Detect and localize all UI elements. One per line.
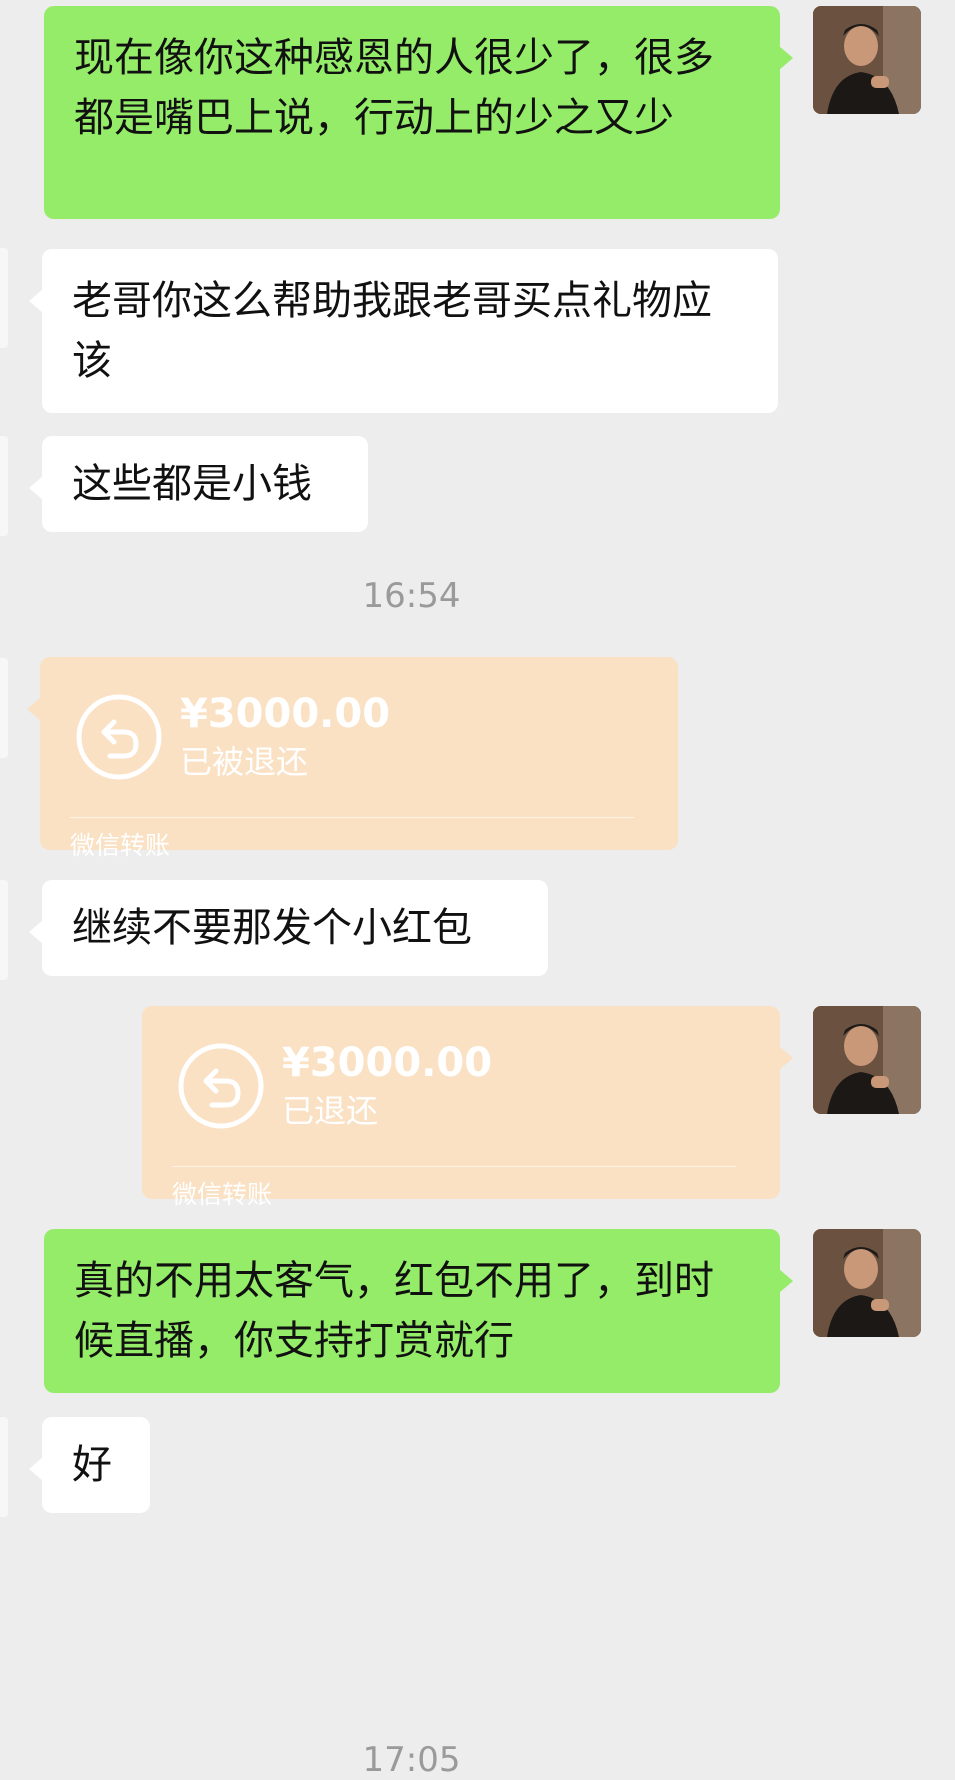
message-text: 老哥你这么帮助我跟老哥买点礼物应该 <box>72 278 712 384</box>
contact-avatar[interactable] <box>0 880 8 980</box>
transfer-card-received[interactable]: ¥3000.00 已被退还 微信转账 <box>27 657 678 860</box>
divider <box>172 1166 736 1167</box>
message-bubble-sent[interactable]: 真的不用太客气，红包不用了，到时候直播，你支持打赏就行 <box>44 1229 793 1393</box>
message-text: 好 <box>72 1442 112 1488</box>
transfer-source: 微信转账 <box>172 1180 273 1209</box>
message-text: 真的不用太客气，红包不用了，到时候直播，你支持打赏就行 <box>74 1258 714 1364</box>
return-arrow-icon <box>76 694 162 780</box>
my-avatar[interactable] <box>813 1006 921 1114</box>
transfer-card-sent[interactable]: ¥3000.00 已退还 微信转账 <box>142 1006 793 1209</box>
message-bubble-received[interactable]: 老哥你这么帮助我跟老哥买点礼物应该 <box>29 249 778 413</box>
contact-avatar[interactable] <box>0 436 8 536</box>
transfer-amount: ¥3000.00 <box>180 691 391 737</box>
message-bubble-received[interactable]: 继续不要那发个小红包 <box>29 880 548 976</box>
contact-avatar[interactable] <box>0 658 8 758</box>
transfer-source: 微信转账 <box>70 831 171 860</box>
transfer-amount: ¥3000.00 <box>282 1040 493 1086</box>
message-bubble-received[interactable]: 好 <box>29 1417 150 1513</box>
transfer-status: 已被退还 <box>180 743 309 781</box>
message-timestamp: 16:54 <box>362 576 461 616</box>
my-avatar[interactable] <box>813 1229 921 1337</box>
message-text: 现在像你这种感恩的人很少了，很多都是嘴巴上说，行动上的少之又少 <box>74 35 714 141</box>
message-timestamp: 17:05 <box>362 1740 461 1780</box>
transfer-status: 已退还 <box>282 1092 379 1130</box>
message-bubble-received[interactable]: 这些都是小钱 <box>29 436 368 532</box>
message-text: 继续不要那发个小红包 <box>72 905 472 951</box>
message-bubble-sent[interactable]: 现在像你这种感恩的人很少了，很多都是嘴巴上说，行动上的少之又少 <box>44 6 793 219</box>
return-arrow-icon <box>178 1043 264 1129</box>
my-avatar[interactable] <box>813 6 921 114</box>
message-text: 这些都是小钱 <box>72 461 312 507</box>
divider <box>70 817 634 818</box>
contact-avatar[interactable] <box>0 248 8 348</box>
contact-avatar[interactable] <box>0 1417 8 1517</box>
